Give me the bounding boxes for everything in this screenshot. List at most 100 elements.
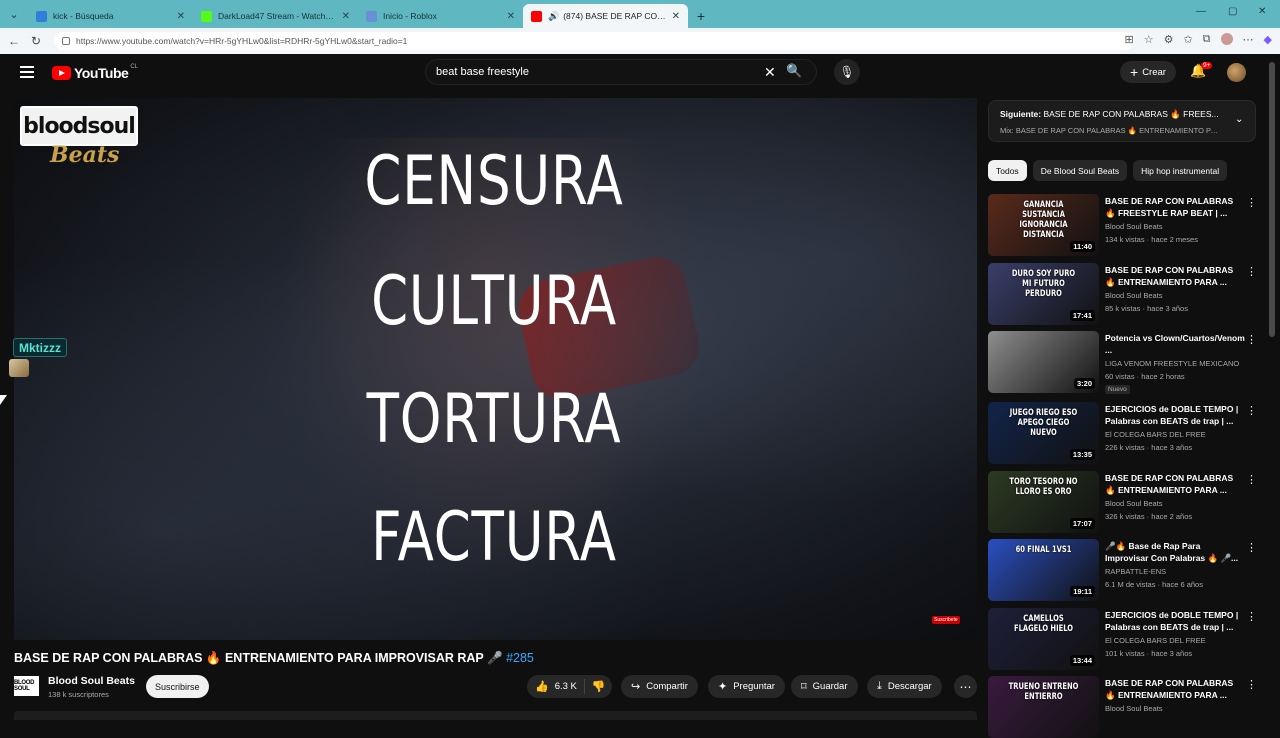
recommendation-item[interactable]: JUEGO RIEGO ESO APEGO CIEGO NUEVO 13:35 EJ…: [988, 402, 1260, 464]
recommendation-channel[interactable]: RAPBATTLE-ENS: [1105, 567, 1166, 576]
collections-icon[interactable]: ⧉: [1203, 33, 1211, 46]
video-thumbnail[interactable]: JUEGO RIEGO ESO APEGO CIEGO NUEVO 13:35: [988, 402, 1099, 464]
maximize-icon[interactable]: ▢: [1228, 6, 1237, 17]
search-icon[interactable]: 🔍: [786, 63, 802, 79]
voice-search-icon[interactable]: 🎙: [834, 59, 860, 85]
chip-todos[interactable]: Todos: [988, 160, 1027, 181]
video-thumbnail[interactable]: CAMELLOS FLAGELO HIELO 13:44: [988, 608, 1099, 670]
recommendation-item[interactable]: TRUENO ENTRENO ENTIERRO BASE DE RAP CON P…: [988, 676, 1260, 738]
recommendation-title[interactable]: EJERCICIOS de DOBLE TEMPO | Palabras con…: [1105, 403, 1245, 427]
chip-channel[interactable]: De Blood Soul Beats: [1032, 160, 1128, 181]
back-icon[interactable]: ←: [3, 34, 25, 48]
recommendation-channel[interactable]: Blood Soul Beats: [1105, 499, 1163, 508]
clear-search-icon[interactable]: ✕: [764, 64, 776, 81]
tab-list-menu-icon[interactable]: ⌄: [0, 0, 28, 28]
more-options-icon[interactable]: ⋮: [1246, 196, 1257, 209]
create-button[interactable]: + Crear: [1120, 61, 1176, 83]
recommendation-item[interactable]: DURO SOY PURO MI FUTURO PERDURO 17:41 BASE…: [988, 263, 1260, 325]
video-thumbnail[interactable]: 60 FINAL 1VS1 19:11: [988, 539, 1099, 601]
recommendation-item[interactable]: TORO TESORO NO LLORO ES ORO 17:07 BASE DE …: [988, 471, 1260, 533]
up-next-title: Siguiente: BASE DE RAP CON PALABRAS 🔥 FR…: [1000, 109, 1232, 120]
install-app-icon[interactable]: ⊞: [1124, 33, 1133, 46]
recommendation-title[interactable]: BASE DE RAP CON PALABRAS 🔥 ENTRENAMIENTO…: [1105, 264, 1245, 288]
new-tab-button[interactable]: +: [688, 4, 714, 28]
recommendation-channel[interactable]: Blood Soul Beats: [1105, 704, 1163, 713]
close-window-icon[interactable]: ✕: [1258, 6, 1266, 17]
url-field[interactable]: https://www.youtube.com/watch?v=HRr-5gYH…: [54, 32, 1134, 50]
recommendation-channel[interactable]: El COLEGA BARS DEL FREE: [1105, 430, 1206, 439]
channel-avatar[interactable]: BLOOD SOUL: [14, 676, 39, 696]
tab-close-icon[interactable]: ✕: [342, 11, 350, 22]
profile-avatar[interactable]: [1220, 33, 1233, 45]
extensions-icon[interactable]: ⚙: [1164, 33, 1174, 46]
share-button[interactable]: ↪ Compartir: [621, 675, 698, 698]
more-options-icon[interactable]: ⋮: [1246, 333, 1257, 346]
recommendation-item[interactable]: CAMELLOS FLAGELO HIELO 13:44 EJERCICIOS de…: [988, 608, 1260, 670]
browser-tab[interactable]: kick - Búsqueda ✕: [28, 4, 193, 28]
more-options-icon[interactable]: ⋮: [1246, 678, 1257, 691]
recommendation-title[interactable]: Potencia vs Clown/Cuartos/Venom ...: [1105, 332, 1245, 356]
menu-icon[interactable]: [20, 66, 34, 78]
youtube-logo[interactable]: YouTube CL: [52, 64, 138, 81]
favorites-icon[interactable]: ✩: [1183, 33, 1192, 46]
share-icon: ↪: [631, 681, 641, 693]
video-hashtag[interactable]: #285: [506, 651, 534, 665]
more-options-icon[interactable]: ⋮: [1246, 473, 1257, 486]
chip-hip-hop[interactable]: Hip hop instrumental: [1133, 160, 1228, 181]
up-next-video-title: BASE DE RAP CON PALABRAS 🔥 FREES...: [1043, 109, 1219, 119]
search-input[interactable]: beat base freestyle ✕ 🔍: [425, 59, 817, 85]
recommendation-item[interactable]: GANANCIA SUSTANCIA IGNORANCIA DISTANCIA 1…: [988, 194, 1260, 256]
recommendation-item[interactable]: 60 FINAL 1VS1 19:11 🎤🔥 Base de Rap Para Im…: [988, 539, 1260, 601]
tab-close-icon[interactable]: ✕: [507, 11, 515, 22]
tab-close-icon[interactable]: ✕: [177, 11, 185, 22]
bookmark-star-icon[interactable]: ☆: [1144, 33, 1154, 46]
channel-name[interactable]: Blood Soul Beats: [48, 675, 135, 687]
thumbnail-text: GANANCIA SUSTANCIA IGNORANCIA DISTANCIA: [1019, 200, 1068, 240]
up-next-panel[interactable]: Siguiente: BASE DE RAP CON PALABRAS 🔥 FR…: [988, 100, 1256, 142]
tab-close-icon[interactable]: ✕: [672, 11, 680, 22]
browser-tab[interactable]: Inicio - Roblox ✕: [358, 4, 523, 28]
recommendation-meta: 60 vistas · hace 2 horas: [1105, 372, 1185, 381]
save-button[interactable]: ⌑ Guardar: [791, 675, 858, 698]
recommendation-title[interactable]: BASE DE RAP CON PALABRAS 🔥 ENTRENAMIENTO…: [1105, 472, 1245, 496]
browser-tab-active[interactable]: 🔊 (874) BASE DE RAP CON PALA ✕: [523, 4, 688, 28]
recommendation-channel[interactable]: LIGA VENOM FREESTYLE MEXICANO: [1105, 359, 1239, 368]
copilot-icon[interactable]: ◆: [1264, 33, 1272, 46]
more-options-icon[interactable]: ⋮: [1246, 265, 1257, 278]
speaker-icon[interactable]: 🔊: [548, 11, 559, 22]
subscribe-button[interactable]: Suscribirse: [146, 675, 209, 698]
recommendation-title[interactable]: EJERCICIOS de DOBLE TEMPO | Palabras con…: [1105, 609, 1245, 633]
browser-tab[interactable]: DarkLoad47 Stream - Watch Live o ✕: [193, 4, 358, 28]
download-button[interactable]: ⤓ Descargar: [867, 675, 942, 698]
video-thumbnail[interactable]: TRUENO ENTRENO ENTIERRO: [988, 676, 1099, 738]
more-options-icon[interactable]: ⋮: [1246, 610, 1257, 623]
browser-menu-icon[interactable]: ⋯: [1243, 33, 1254, 46]
video-thumbnail[interactable]: 3:20: [988, 331, 1099, 393]
filter-chips: Todos De Blood Soul Beats Hip hop instru…: [988, 160, 1228, 181]
video-player[interactable]: bloodsoul Beats CENSURA CULTURA TORTURA …: [14, 98, 977, 640]
user-avatar[interactable]: [1227, 63, 1246, 82]
create-label: Crear: [1142, 66, 1166, 78]
site-info-icon[interactable]: [62, 37, 70, 45]
reload-icon[interactable]: ↻: [25, 34, 47, 48]
recommendation-channel[interactable]: Blood Soul Beats: [1105, 291, 1163, 300]
recommendation-title[interactable]: BASE DE RAP CON PALABRAS 🔥 FREESTYLE RAP…: [1105, 195, 1245, 219]
dislike-button[interactable]: 👎: [585, 680, 612, 693]
video-thumbnail[interactable]: TORO TESORO NO LLORO ES ORO 17:07: [988, 471, 1099, 533]
recommendation-channel[interactable]: Blood Soul Beats: [1105, 222, 1163, 231]
page-scrollbar[interactable]: [1269, 62, 1275, 337]
like-button[interactable]: 👍 6.3 K: [527, 679, 585, 694]
recommendation-channel[interactable]: El COLEGA BARS DEL FREE: [1105, 636, 1206, 645]
chevron-down-icon[interactable]: ⌄: [1235, 114, 1243, 125]
more-options-icon[interactable]: ⋮: [1246, 404, 1257, 417]
video-thumbnail[interactable]: GANANCIA SUSTANCIA IGNORANCIA DISTANCIA 1…: [988, 194, 1099, 256]
minimize-icon[interactable]: —: [1196, 6, 1206, 17]
ask-button[interactable]: ✦ Preguntar: [708, 675, 785, 698]
ask-label: Preguntar: [733, 681, 775, 692]
recommendation-title[interactable]: BASE DE RAP CON PALABRAS 🔥 ENTRENAMIENTO…: [1105, 677, 1245, 701]
recommendation-item[interactable]: 3:20 Potencia vs Clown/Cuartos/Venom ... L…: [988, 331, 1260, 394]
video-thumbnail[interactable]: DURO SOY PURO MI FUTURO PERDURO 17:41: [988, 263, 1099, 325]
more-actions-icon[interactable]: ⋯: [954, 675, 977, 698]
recommendation-title[interactable]: 🎤🔥 Base de Rap Para Improvisar Con Palab…: [1105, 540, 1245, 564]
more-options-icon[interactable]: ⋮: [1246, 541, 1257, 554]
